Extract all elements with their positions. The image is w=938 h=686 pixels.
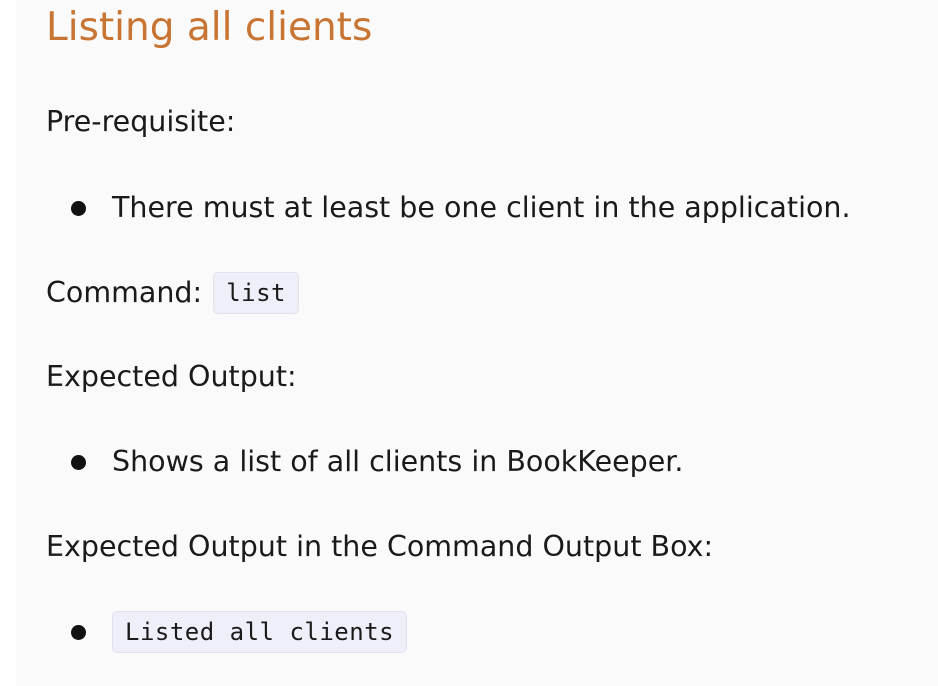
expected-box-label: Expected Output in the Command Output Bo… xyxy=(46,530,714,563)
expected-output-item: Shows a list of all clients in BookKeepe… xyxy=(112,445,684,478)
section-heading: Listing all clients xyxy=(46,5,373,50)
expected-box-item: Listed all clients xyxy=(112,611,408,653)
bullet-icon xyxy=(71,201,86,216)
expected-box-code: Listed all clients xyxy=(112,611,408,653)
bullet-icon xyxy=(71,625,86,640)
command-label: Command: xyxy=(46,276,203,309)
command-line: Command: list xyxy=(46,272,299,314)
expected-output-label: Expected Output: xyxy=(46,360,297,393)
prerequisite-label: Pre-requisite: xyxy=(46,105,236,138)
prerequisite-item: There must at least be one client in the… xyxy=(112,191,851,224)
bullet-icon xyxy=(71,455,86,470)
command-code: list xyxy=(213,272,299,314)
